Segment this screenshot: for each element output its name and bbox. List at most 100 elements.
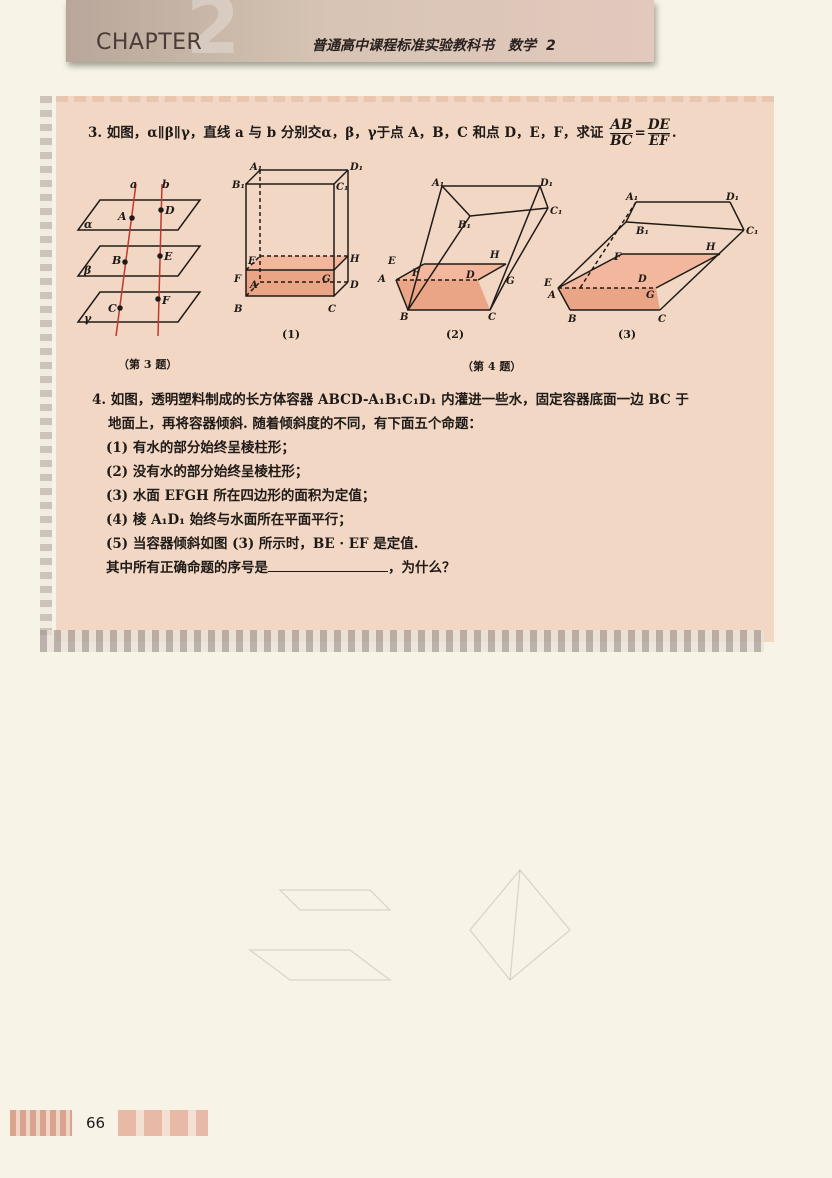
svg-text:E: E	[247, 256, 256, 267]
svg-text:E: E	[387, 256, 396, 267]
svg-text:G: G	[322, 274, 331, 285]
point-E	[157, 253, 163, 259]
svg-text:H: H	[489, 250, 500, 261]
point-D	[158, 207, 164, 213]
svg-text:C: C	[488, 312, 496, 323]
book-title: 普通高中课程标准实验教科书 数学 2	[312, 35, 556, 55]
svg-text:D₁: D₁	[539, 178, 553, 189]
svg-text:E: E	[163, 250, 173, 263]
svg-text:B: B	[399, 312, 408, 323]
point-A	[129, 215, 135, 221]
answer-blank	[268, 557, 388, 572]
svg-text:B₁: B₁	[457, 220, 471, 231]
svg-text:F: F	[613, 252, 622, 263]
question-4-ask-suffix: ，为什么？	[388, 560, 456, 576]
exercise-box-left-border	[40, 96, 52, 636]
point-C	[117, 305, 123, 311]
footer-decoration-right	[118, 1110, 208, 1136]
figure-caption-q4: （第 4 题）	[462, 360, 522, 373]
fraction-denominator: EF	[648, 133, 669, 149]
equals-sign: =	[634, 125, 646, 141]
proposition-5: (5) 当容器倾斜如图 (3) 所示时，BE · EF 是定值.	[106, 536, 419, 552]
svg-text:γ: γ	[84, 312, 92, 325]
question-4-ask: 其中所有正确命题的序号是 ，为什么？	[92, 556, 752, 580]
proposition-1: (1) 有水的部分始终呈棱柱形；	[106, 440, 295, 456]
fraction-de-ef: DE EF	[647, 117, 670, 149]
question-3-end: .	[671, 125, 677, 141]
question-4-stem-line1: 4. 如图，透明塑料制成的长方体容器 ABCD-A₁B₁C₁D₁ 内灌进一些水，…	[92, 392, 689, 408]
box-figure-2	[395, 185, 549, 311]
svg-text:A: A	[377, 274, 386, 285]
svg-text:C: C	[328, 304, 336, 315]
point-B	[122, 259, 128, 265]
svg-text:B₁: B₁	[231, 180, 245, 191]
svg-text:D: D	[465, 270, 475, 281]
proposition-3: (3) 水面 EFGH 所在四边形的面积为定值；	[106, 488, 376, 504]
svg-text:C₁: C₁	[336, 182, 348, 193]
svg-text:F: F	[233, 274, 242, 285]
svg-text:D: D	[637, 274, 647, 285]
svg-text:G: G	[646, 290, 655, 301]
question-4: 4. 如图，透明塑料制成的长方体容器 ABCD-A₁B₁C₁D₁ 内灌进一些水，…	[92, 388, 752, 580]
svg-text:F: F	[411, 268, 420, 279]
svg-text:D₁: D₁	[349, 162, 363, 173]
proposition-4: (4) 棱 A₁D₁ 始终与水面所在平面平行；	[106, 512, 352, 528]
svg-text:D: D	[164, 204, 175, 217]
svg-text:A₁: A₁	[249, 162, 262, 173]
book-volume: 2	[546, 38, 556, 54]
plane-alpha	[76, 199, 202, 231]
figure-caption-q3: （第 3 题）	[118, 358, 178, 371]
svg-text:α: α	[84, 218, 93, 231]
proposition-2: (2) 没有水的部分始终呈棱柱形；	[106, 464, 309, 480]
svg-text:A: A	[547, 290, 556, 301]
fraction-numerator: DE	[647, 117, 670, 134]
svg-text:F: F	[161, 294, 171, 307]
svg-text:C₁: C₁	[746, 226, 758, 237]
question-4-ask-prefix: 其中所有正确命题的序号是	[106, 560, 268, 576]
svg-text:H: H	[705, 242, 716, 253]
question-4-stem-line2: 地面上，再将容器倾斜. 随着倾斜度的不同，有下面五个命题：	[108, 416, 482, 432]
svg-text:H: H	[349, 254, 360, 265]
svg-text:B: B	[233, 304, 242, 315]
svg-text:A₁: A₁	[431, 178, 444, 189]
fraction-denominator: BC	[610, 133, 633, 149]
svg-text:A: A	[117, 210, 127, 223]
figure-label-1: (1)	[282, 328, 301, 341]
svg-text:A: A	[249, 280, 258, 291]
svg-text:b: b	[162, 178, 170, 191]
plane-gamma	[76, 291, 202, 323]
point-F	[155, 296, 161, 302]
book-subject: 数学	[508, 38, 536, 54]
exercise-box-bottom-border	[40, 630, 764, 652]
book-series: 普通高中课程标准实验教科书	[312, 38, 494, 54]
planes-figure	[76, 183, 202, 337]
footer-decoration-left	[10, 1110, 72, 1136]
svg-text:β: β	[83, 264, 92, 277]
svg-text:C₁: C₁	[550, 206, 562, 217]
show-through-figures	[248, 868, 571, 981]
question-3-text: 3. 如图，α∥β∥γ，直线 a 与 b 分别交α，β，γ于点 A，B，C 和点…	[88, 125, 604, 141]
figure-label-3: (3)	[618, 328, 637, 341]
figure-label-2: (2)	[446, 328, 465, 341]
figures-svg: a b A D α B E β C F γ A₁ D₁ B₁ C₁ E H F G A …	[76, 162, 758, 337]
box-figure-1	[245, 169, 349, 297]
svg-text:B₁: B₁	[635, 226, 649, 237]
svg-text:C: C	[658, 314, 666, 325]
svg-text:C: C	[108, 302, 117, 315]
line-b	[157, 183, 163, 337]
chapter-label: CHAPTER	[96, 30, 203, 55]
svg-text:E: E	[543, 278, 552, 289]
question-3: 3. 如图，α∥β∥γ，直线 a 与 b 分别交α，β，γ于点 A，B，C 和点…	[88, 118, 677, 149]
fraction-numerator: AB	[610, 117, 633, 134]
svg-text:G: G	[506, 276, 515, 287]
svg-text:B: B	[567, 314, 576, 325]
figures-area: a b A D α B E β C F γ A₁ D₁ B₁ C₁ E H F G A …	[70, 158, 770, 378]
page-number: 66	[86, 1114, 106, 1132]
svg-text:a: a	[130, 178, 137, 191]
fraction-ab-bc: AB BC	[610, 117, 633, 149]
svg-text:D: D	[349, 280, 359, 291]
svg-text:A₁: A₁	[625, 192, 638, 203]
plane-beta	[76, 245, 202, 277]
svg-text:D₁: D₁	[725, 192, 739, 203]
chapter-header: 2 CHAPTER 普通高中课程标准实验教科书 数学 2	[66, 0, 654, 72]
